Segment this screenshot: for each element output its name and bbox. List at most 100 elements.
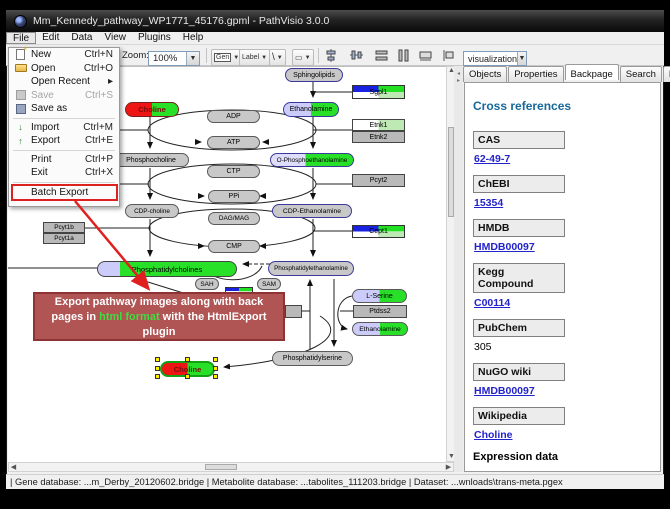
selection-handle[interactable]	[155, 366, 160, 371]
save-as-icon	[16, 104, 26, 114]
distribute-horizontal-button[interactable]	[374, 48, 389, 63]
section-header-chebi: ChEBI	[473, 175, 565, 193]
gene-icon: Gen	[214, 53, 231, 62]
visualization-combobox[interactable]: visualization ▼	[463, 51, 527, 66]
node-ethanolamine-top[interactable]: Ethanolamine	[283, 102, 339, 117]
section-header-cas: CAS	[473, 131, 565, 149]
selection-handle[interactable]	[155, 374, 160, 379]
menu-item-open-recent[interactable]: Open Recent▸	[9, 75, 119, 89]
align-center-y-button[interactable]	[349, 48, 364, 63]
node-phosphatidylserine[interactable]: Phosphatidylserine	[272, 351, 353, 366]
horizontal-scrollbar[interactable]: ◀ ▶	[8, 462, 454, 472]
node-l-serine[interactable]: L-Serine	[352, 289, 407, 303]
chevron-down-icon[interactable]: ▼	[261, 55, 267, 61]
node-dag-mag[interactable]: DAG/MAG	[208, 212, 260, 225]
menu-item-import[interactable]: ↓ ImportCtrl+M	[9, 121, 119, 135]
menu-item-new[interactable]: NewCtrl+N	[9, 48, 119, 62]
panel-splitter[interactable]: ◂▸	[454, 66, 463, 472]
selection-handle[interactable]	[213, 366, 218, 371]
node-pcyt1a[interactable]: Pcyt1a	[43, 233, 85, 244]
batch-export-highlight-box	[11, 184, 118, 201]
node-phosphatidylcholines[interactable]: Phosphatidylcholines	[97, 261, 237, 277]
chevron-down-icon[interactable]: ▼	[186, 52, 199, 65]
selection-handle[interactable]	[185, 357, 190, 362]
tab-properties[interactable]: Properties	[508, 66, 563, 82]
selection-handle[interactable]	[185, 374, 190, 379]
status-bar: | Gene database: ...m_Derby_20120602.bri…	[6, 474, 664, 489]
menu-item-print[interactable]: PrintCtrl+P	[9, 153, 119, 167]
selection-handle[interactable]	[213, 357, 218, 362]
zoom-value: 100%	[153, 53, 177, 64]
node-ctp[interactable]: CTP	[207, 165, 260, 178]
section-header-hmdb: HMDB	[473, 219, 565, 237]
menu-file[interactable]: File	[6, 32, 36, 44]
menu-help[interactable]: Help	[177, 32, 210, 44]
chevron-down-icon[interactable]: ▼	[517, 52, 526, 65]
node-etnk1[interactable]: Etnk1	[352, 119, 405, 131]
selection-handle[interactable]	[155, 357, 160, 362]
tab-search[interactable]: Search	[620, 66, 662, 82]
node-etnk2[interactable]: Etnk2	[352, 131, 405, 143]
link-hmdb[interactable]: HMDB00097	[474, 241, 652, 253]
menu-item-save-as[interactable]: Save as	[9, 102, 119, 116]
link-wikipedia[interactable]: Choline	[474, 429, 652, 441]
backpage-panel: Cross references CAS 62-49-7 ChEBI 15354…	[464, 82, 661, 472]
cross-references-heading: Cross references	[473, 99, 652, 113]
node-pcyt1b[interactable]: Pcyt1b	[43, 222, 85, 233]
node-sgpl1[interactable]: Sgpl1	[352, 85, 405, 99]
chevron-down-icon[interactable]: ▼	[277, 55, 283, 61]
link-nugo[interactable]: HMDB00097	[474, 385, 652, 397]
node-phosphocholine[interactable]: Phosphocholine	[113, 153, 189, 167]
node-atp[interactable]: ATP	[207, 136, 260, 149]
node-cdp-ethanolamine[interactable]: CDP-Ethanolamine	[272, 204, 352, 218]
node-cept1[interactable]: Cept1	[352, 225, 405, 238]
node-ppi[interactable]: PPi	[208, 190, 260, 203]
node-sah[interactable]: SAH	[195, 278, 219, 290]
node-ptdss2[interactable]: Ptdss2	[353, 305, 407, 318]
gene-datanode-tool[interactable]: Gen ▼	[211, 49, 242, 66]
tab-backpage[interactable]: Backpage	[565, 64, 619, 80]
menu-edit[interactable]: Edit	[36, 32, 65, 44]
zoom-combobox[interactable]: 100% ▼	[148, 51, 200, 66]
label-tool[interactable]: Label ▼	[239, 49, 270, 66]
menu-item-export[interactable]: ↑ ExportCtrl+E	[9, 134, 119, 148]
import-icon: ↓	[18, 122, 23, 132]
label-icon: Label	[242, 54, 259, 61]
annotation-text: with the HtmlExport plugin	[143, 311, 267, 338]
file-menu-dropdown: NewCtrl+N OpenCtrl+O Open Recent▸ SaveCt…	[8, 47, 120, 207]
node-sam[interactable]: SAM	[257, 278, 281, 290]
app-icon	[14, 15, 27, 28]
menu-item-open[interactable]: OpenCtrl+O	[9, 62, 119, 76]
side-panel-tabs: Objects Properties Backpage Search Legen…	[463, 66, 670, 82]
node-cdp-choline[interactable]: CDP-choline	[125, 204, 179, 218]
menu-data[interactable]: Data	[65, 32, 98, 44]
chevron-down-icon[interactable]: ▼	[305, 55, 311, 61]
expression-data-heading: Expression data	[473, 451, 652, 463]
link-kegg[interactable]: C00114	[474, 297, 652, 309]
node-sphingolipids[interactable]: Sphingolipids	[285, 68, 343, 82]
shape-tool[interactable]: ▭ ▼	[292, 49, 314, 66]
node-ethanolamine-bottom[interactable]: Ethanolamine	[352, 322, 408, 336]
common-width-button[interactable]	[418, 48, 433, 63]
tab-objects[interactable]: Objects	[463, 66, 507, 82]
node-o-phosphoethanolamine[interactable]: O-Phosphoethanolamine	[270, 153, 354, 167]
tab-legend[interactable]: Legend	[663, 66, 670, 82]
line-tool[interactable]: \ ▼	[269, 49, 286, 66]
link-cas[interactable]: 62-49-7	[474, 153, 652, 165]
node-cmp[interactable]: CMP	[208, 240, 260, 253]
anchor-box	[285, 305, 302, 318]
menu-view[interactable]: View	[98, 32, 132, 44]
node-phosphatidylethanolamine[interactable]: Phosphatidylethanolamine	[268, 261, 354, 276]
selection-handle[interactable]	[213, 374, 218, 379]
link-chebi[interactable]: 15354	[474, 197, 652, 209]
menu-item-exit[interactable]: ExitCtrl+X	[9, 166, 119, 180]
menu-item-save: SaveCtrl+S	[9, 89, 119, 103]
menu-plugins[interactable]: Plugins	[132, 32, 177, 44]
node-adp[interactable]: ADP	[207, 110, 260, 123]
node-pcyt2[interactable]: Pcyt2	[352, 174, 405, 187]
common-height-button[interactable]	[441, 48, 456, 63]
align-center-x-button[interactable]	[324, 48, 339, 63]
node-choline-top[interactable]: Choline	[125, 102, 179, 117]
window-title: Mm_Kennedy_pathway_WP1771_45176.gpml - P…	[33, 15, 329, 27]
distribute-vertical-button[interactable]	[396, 48, 411, 63]
